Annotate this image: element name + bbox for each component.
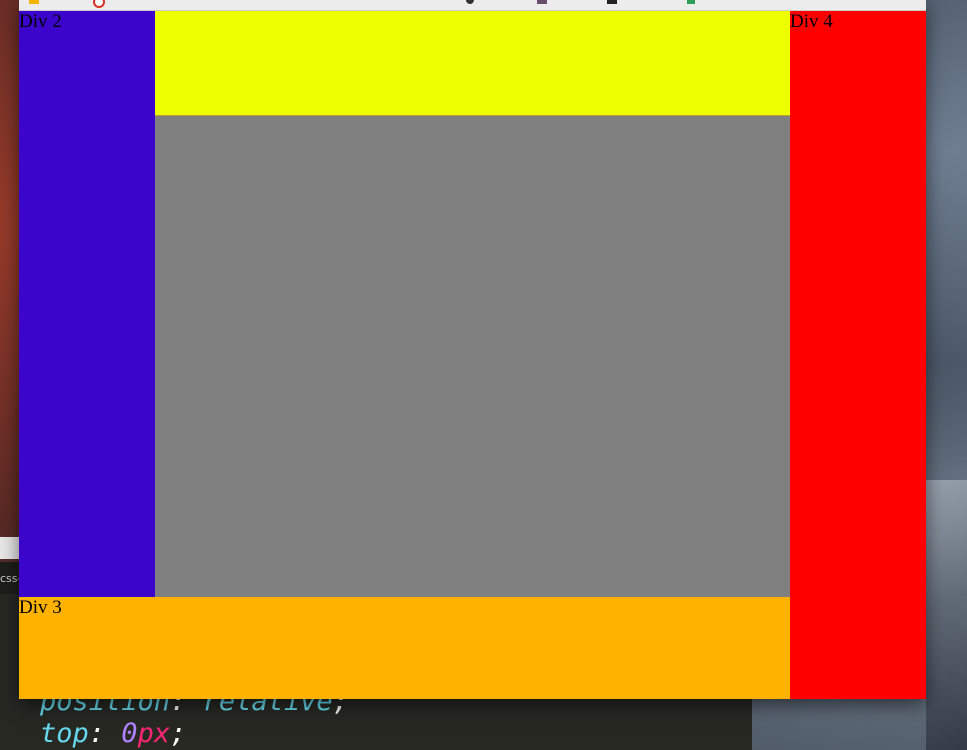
apps-icon[interactable] — [29, 0, 39, 4]
div-4-red: Div 4 — [790, 11, 926, 699]
mountain-rock — [926, 480, 967, 750]
page-viewport: Div 2 Div 4 Div 3 — [19, 11, 926, 699]
bookmark-icon[interactable] — [537, 0, 547, 4]
div-top-yellow — [155, 11, 790, 116]
browser-window: Div 2 Div 4 Div 3 — [19, 0, 926, 699]
div-3-orange: Div 3 — [19, 597, 790, 699]
code-line-top: top: 0px; — [40, 718, 187, 749]
code-property-top: top — [40, 718, 89, 749]
div-3-label: Div 3 — [19, 597, 62, 618]
bookmark-icon[interactable] — [466, 0, 474, 4]
code-number: 0 — [121, 718, 138, 749]
bookmark-icon[interactable] — [687, 0, 695, 4]
div-4-label: Div 4 — [790, 11, 833, 32]
bookmark-icon[interactable] — [607, 0, 617, 4]
div-2-blue: Div 2 — [19, 11, 155, 597]
background-window-edge — [0, 537, 19, 559]
bookmark-icon[interactable] — [93, 0, 105, 8]
div-main-grey — [155, 116, 790, 597]
code-unit: px — [137, 718, 171, 749]
div-2-label: Div 2 — [19, 11, 62, 32]
bookmarks-bar — [19, 0, 926, 11]
